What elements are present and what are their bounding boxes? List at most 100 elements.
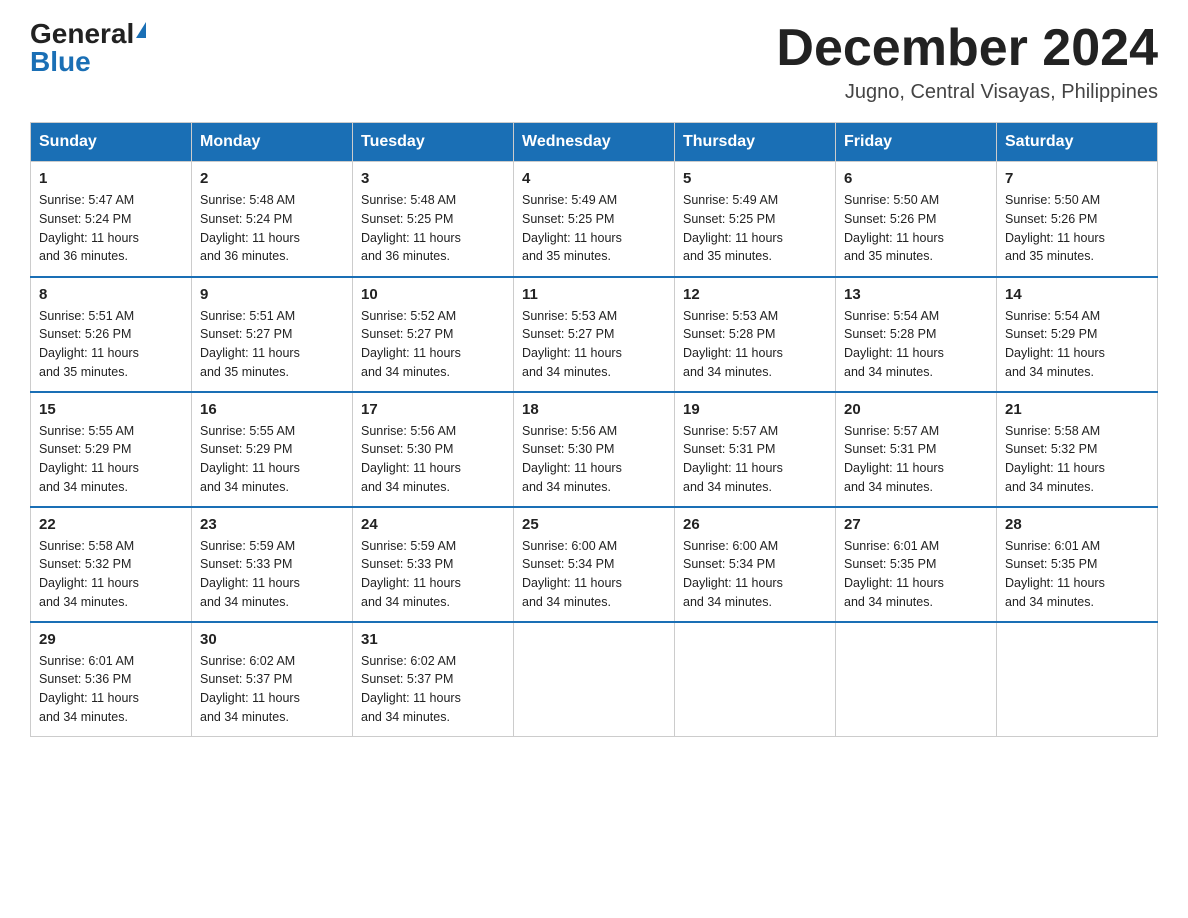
day-info: Sunrise: 5:58 AMSunset: 5:32 PMDaylight:… xyxy=(39,539,139,609)
week-row-2: 8Sunrise: 5:51 AMSunset: 5:26 PMDaylight… xyxy=(31,277,1158,392)
page-header: General Blue December 2024 Jugno, Centra… xyxy=(30,20,1158,104)
calendar-cell: 21 Sunrise: 5:58 AMSunset: 5:32 PMDayligh… xyxy=(997,392,1158,507)
day-info: Sunrise: 6:00 AMSunset: 5:34 PMDaylight:… xyxy=(522,539,622,609)
header-monday: Monday xyxy=(192,123,353,162)
calendar-cell: 1Sunrise: 5:47 AMSunset: 5:24 PMDaylight… xyxy=(31,162,192,277)
day-info: Sunrise: 5:56 AMSunset: 5:30 PMDaylight:… xyxy=(522,424,622,494)
calendar-cell xyxy=(836,622,997,737)
day-number: 13 xyxy=(844,286,988,303)
day-number: 16 xyxy=(200,401,344,418)
calendar-cell: 5Sunrise: 5:49 AMSunset: 5:25 PMDaylight… xyxy=(675,162,836,277)
day-number: 4 xyxy=(522,170,666,187)
day-number: 25 xyxy=(522,516,666,533)
calendar-cell: 22 Sunrise: 5:58 AMSunset: 5:32 PMDayligh… xyxy=(31,507,192,622)
calendar-cell: 6Sunrise: 5:50 AMSunset: 5:26 PMDaylight… xyxy=(836,162,997,277)
calendar-cell: 19 Sunrise: 5:57 AMSunset: 5:31 PMDayligh… xyxy=(675,392,836,507)
day-number: 3 xyxy=(361,170,505,187)
day-number: 29 xyxy=(39,631,183,648)
day-info: Sunrise: 5:56 AMSunset: 5:30 PMDaylight:… xyxy=(361,424,461,494)
day-number: 28 xyxy=(1005,516,1149,533)
day-number: 9 xyxy=(200,286,344,303)
week-row-3: 15 Sunrise: 5:55 AMSunset: 5:29 PMDayligh… xyxy=(31,392,1158,507)
calendar-cell: 13 Sunrise: 5:54 AMSunset: 5:28 PMDayligh… xyxy=(836,277,997,392)
calendar-cell: 27Sunrise: 6:01 AMSunset: 5:35 PMDayligh… xyxy=(836,507,997,622)
calendar-cell: 7Sunrise: 5:50 AMSunset: 5:26 PMDaylight… xyxy=(997,162,1158,277)
calendar-cell: 16 Sunrise: 5:55 AMSunset: 5:29 PMDayligh… xyxy=(192,392,353,507)
week-row-5: 29 Sunrise: 6:01 AMSunset: 5:36 PMDayligh… xyxy=(31,622,1158,737)
day-info: Sunrise: 5:48 AMSunset: 5:24 PMDaylight:… xyxy=(200,193,300,263)
calendar-cell: 4Sunrise: 5:49 AMSunset: 5:25 PMDaylight… xyxy=(514,162,675,277)
day-number: 10 xyxy=(361,286,505,303)
day-info: Sunrise: 6:01 AMSunset: 5:36 PMDaylight:… xyxy=(39,654,139,724)
day-info: Sunrise: 6:01 AMSunset: 5:35 PMDaylight:… xyxy=(1005,539,1105,609)
day-number: 30 xyxy=(200,631,344,648)
calendar-cell: 31 Sunrise: 6:02 AMSunset: 5:37 PMDayligh… xyxy=(353,622,514,737)
day-info: Sunrise: 5:57 AMSunset: 5:31 PMDaylight:… xyxy=(844,424,944,494)
day-info: Sunrise: 5:54 AMSunset: 5:29 PMDaylight:… xyxy=(1005,309,1105,379)
day-number: 17 xyxy=(361,401,505,418)
day-info: Sunrise: 5:59 AMSunset: 5:33 PMDaylight:… xyxy=(200,539,300,609)
calendar-cell: 30Sunrise: 6:02 AMSunset: 5:37 PMDayligh… xyxy=(192,622,353,737)
calendar-cell xyxy=(675,622,836,737)
day-number: 24 xyxy=(361,516,505,533)
location-title: Jugno, Central Visayas, Philippines xyxy=(776,81,1158,104)
day-info: Sunrise: 6:02 AMSunset: 5:37 PMDaylight:… xyxy=(361,654,461,724)
day-info: Sunrise: 5:54 AMSunset: 5:28 PMDaylight:… xyxy=(844,309,944,379)
calendar-cell: 8Sunrise: 5:51 AMSunset: 5:26 PMDaylight… xyxy=(31,277,192,392)
calendar-cell: 25 Sunrise: 6:00 AMSunset: 5:34 PMDayligh… xyxy=(514,507,675,622)
day-number: 26 xyxy=(683,516,827,533)
logo: General Blue xyxy=(30,20,146,76)
calendar-cell xyxy=(514,622,675,737)
day-info: Sunrise: 5:51 AMSunset: 5:27 PMDaylight:… xyxy=(200,309,300,379)
day-number: 31 xyxy=(361,631,505,648)
day-number: 1 xyxy=(39,170,183,187)
day-number: 19 xyxy=(683,401,827,418)
week-row-4: 22 Sunrise: 5:58 AMSunset: 5:32 PMDayligh… xyxy=(31,507,1158,622)
logo-general: General xyxy=(30,20,134,48)
day-info: Sunrise: 5:55 AMSunset: 5:29 PMDaylight:… xyxy=(200,424,300,494)
day-info: Sunrise: 5:59 AMSunset: 5:33 PMDaylight:… xyxy=(361,539,461,609)
calendar-cell: 12 Sunrise: 5:53 AMSunset: 5:28 PMDayligh… xyxy=(675,277,836,392)
day-number: 11 xyxy=(522,286,666,303)
calendar-cell: 24 Sunrise: 5:59 AMSunset: 5:33 PMDayligh… xyxy=(353,507,514,622)
header-friday: Friday xyxy=(836,123,997,162)
day-number: 22 xyxy=(39,516,183,533)
day-number: 7 xyxy=(1005,170,1149,187)
title-block: December 2024 Jugno, Central Visayas, Ph… xyxy=(776,20,1158,104)
calendar-cell: 14Sunrise: 5:54 AMSunset: 5:29 PMDayligh… xyxy=(997,277,1158,392)
calendar-cell: 17 Sunrise: 5:56 AMSunset: 5:30 PMDayligh… xyxy=(353,392,514,507)
day-number: 12 xyxy=(683,286,827,303)
logo-blue: Blue xyxy=(30,48,91,76)
calendar-cell: 11 Sunrise: 5:53 AMSunset: 5:27 PMDayligh… xyxy=(514,277,675,392)
header-tuesday: Tuesday xyxy=(353,123,514,162)
day-number: 8 xyxy=(39,286,183,303)
day-info: Sunrise: 5:53 AMSunset: 5:27 PMDaylight:… xyxy=(522,309,622,379)
day-info: Sunrise: 5:57 AMSunset: 5:31 PMDaylight:… xyxy=(683,424,783,494)
day-info: Sunrise: 6:00 AMSunset: 5:34 PMDaylight:… xyxy=(683,539,783,609)
calendar-cell: 15 Sunrise: 5:55 AMSunset: 5:29 PMDayligh… xyxy=(31,392,192,507)
calendar-cell: 3Sunrise: 5:48 AMSunset: 5:25 PMDaylight… xyxy=(353,162,514,277)
day-info: Sunrise: 6:01 AMSunset: 5:35 PMDaylight:… xyxy=(844,539,944,609)
calendar-cell xyxy=(997,622,1158,737)
header-sunday: Sunday xyxy=(31,123,192,162)
day-info: Sunrise: 5:58 AMSunset: 5:32 PMDaylight:… xyxy=(1005,424,1105,494)
month-title: December 2024 xyxy=(776,20,1158,77)
day-number: 5 xyxy=(683,170,827,187)
header-wednesday: Wednesday xyxy=(514,123,675,162)
day-info: Sunrise: 5:50 AMSunset: 5:26 PMDaylight:… xyxy=(844,193,944,263)
day-number: 2 xyxy=(200,170,344,187)
day-info: Sunrise: 5:53 AMSunset: 5:28 PMDaylight:… xyxy=(683,309,783,379)
day-number: 21 xyxy=(1005,401,1149,418)
day-info: Sunrise: 5:52 AMSunset: 5:27 PMDaylight:… xyxy=(361,309,461,379)
logo-triangle-icon xyxy=(136,22,146,38)
calendar-cell: 20Sunrise: 5:57 AMSunset: 5:31 PMDayligh… xyxy=(836,392,997,507)
calendar-table: SundayMondayTuesdayWednesdayThursdayFrid… xyxy=(30,122,1158,737)
day-number: 15 xyxy=(39,401,183,418)
calendar-cell: 26 Sunrise: 6:00 AMSunset: 5:34 PMDayligh… xyxy=(675,507,836,622)
calendar-cell: 10 Sunrise: 5:52 AMSunset: 5:27 PMDayligh… xyxy=(353,277,514,392)
week-row-1: 1Sunrise: 5:47 AMSunset: 5:24 PMDaylight… xyxy=(31,162,1158,277)
header-row: SundayMondayTuesdayWednesdayThursdayFrid… xyxy=(31,123,1158,162)
calendar-cell: 28 Sunrise: 6:01 AMSunset: 5:35 PMDayligh… xyxy=(997,507,1158,622)
day-info: Sunrise: 5:55 AMSunset: 5:29 PMDaylight:… xyxy=(39,424,139,494)
calendar-cell: 2 Sunrise: 5:48 AMSunset: 5:24 PMDaylight… xyxy=(192,162,353,277)
